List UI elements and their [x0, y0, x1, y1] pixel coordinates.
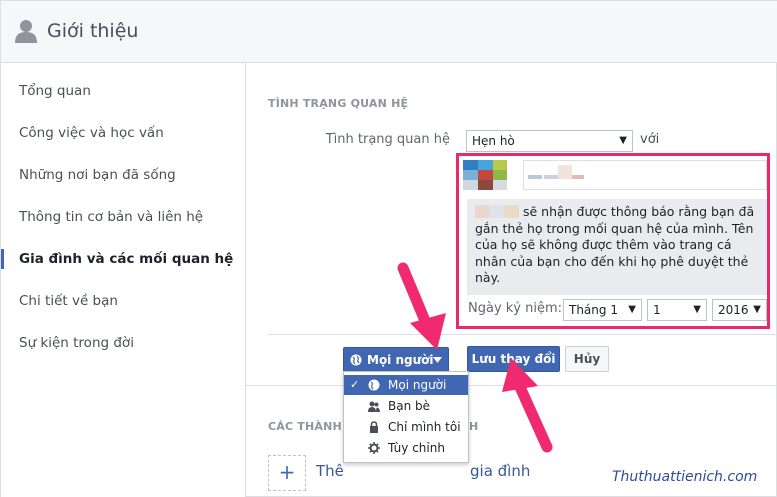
relationship-section-title: TÌNH TRẠNG QUAN HỆ [268, 97, 409, 110]
partner-highlight-box: sẽ nhận được thông báo rằng bạn đã gắn t… [456, 153, 770, 329]
privacy-selector-label: Mọi người [367, 353, 434, 367]
privacy-option-label: Mọi người [388, 378, 447, 392]
chevron-down-icon: ▼ [619, 135, 627, 146]
section-divider [268, 334, 777, 335]
page-header: Giới thiệu [1, 1, 777, 63]
anniversary-month-value: Tháng 1 [569, 303, 618, 317]
gear-icon [368, 442, 380, 454]
relationship-field-label: Tình trạng quan hệ [325, 132, 450, 147]
privacy-selector-button[interactable]: Mọi người [343, 347, 449, 373]
blurred-partner-name [475, 205, 519, 218]
anniversary-month-select[interactable]: Tháng 1 ▼ [563, 299, 642, 321]
sidebar-item-contact-info[interactable]: Thông tin cơ bản và liên hệ [1, 199, 246, 235]
add-family-text-start[interactable]: Thê [316, 462, 344, 480]
add-family-text-end[interactable]: gia đình [470, 462, 530, 480]
add-family-button[interactable]: + [268, 455, 306, 491]
partner-name-input[interactable] [523, 160, 767, 190]
watermark: Thuthuattienich.com [612, 469, 758, 485]
privacy-option-label: Tùy chỉnh [388, 441, 445, 455]
sidebar-item-family-relationships[interactable]: Gia đình và các mối quan hệ [1, 241, 246, 277]
privacy-option-label: Bạn bè [388, 399, 431, 413]
sidebar-item-overview[interactable]: Tổng quan [1, 73, 246, 109]
privacy-option-public[interactable]: ✓ Mọi người [344, 375, 468, 395]
relationship-status-select[interactable]: Hẹn hò ▼ [466, 130, 633, 152]
relationship-status-value: Hẹn hò [472, 134, 515, 148]
chevron-down-icon: ▼ [753, 304, 761, 315]
privacy-dropdown-menu: ✓ Mọi người Bạn bè Chỉ mình tôi Tùy chỉn… [343, 371, 469, 463]
save-changes-button[interactable]: Lưu thay đổi [467, 346, 560, 372]
anniversary-year-select[interactable]: 2016 ▼ [712, 299, 767, 321]
person-icon [15, 20, 37, 43]
check-icon: ✓ [350, 378, 360, 391]
family-section-title-end: H [469, 420, 479, 433]
sidebar-item-life-events[interactable]: Sự kiện trong đời [1, 325, 246, 361]
anniversary-day-select[interactable]: 1 ▼ [647, 299, 707, 321]
privacy-option-only-me[interactable]: Chỉ mình tôi [344, 417, 468, 437]
cancel-button[interactable]: Hủy [565, 346, 609, 372]
privacy-option-label: Chỉ mình tôi [388, 420, 461, 434]
lock-icon [370, 421, 378, 433]
about-sidebar: Tổng quan Công việc và học vấn Những nơi… [1, 63, 246, 497]
globe-icon [368, 379, 380, 391]
tag-notice: sẽ nhận được thông báo rằng bạn đã gắn t… [467, 199, 767, 295]
globe-icon [350, 354, 362, 366]
sidebar-item-work-education[interactable]: Công việc và học vấn [1, 115, 246, 151]
privacy-option-friends[interactable]: Bạn bè [344, 396, 468, 416]
partner-avatar[interactable] [463, 160, 507, 190]
anniversary-day-value: 1 [653, 303, 661, 317]
chevron-down-icon: ▼ [693, 304, 701, 315]
anniversary-label: Ngày kỷ niệm: [468, 301, 563, 316]
caret-down-icon [433, 357, 442, 363]
friends-icon [368, 401, 380, 412]
anniversary-year-value: 2016 [718, 303, 749, 317]
family-section-title-start: CÁC THÀNH [268, 420, 342, 433]
page-title: Giới thiệu [47, 20, 139, 42]
chevron-down-icon: ▼ [628, 304, 636, 315]
sidebar-item-details[interactable]: Chi tiết về bạn [1, 283, 246, 319]
section-divider-2 [246, 385, 777, 386]
sidebar-item-places-lived[interactable]: Những nơi bạn đã sống [1, 157, 246, 193]
with-label: với [640, 132, 660, 147]
privacy-option-custom[interactable]: Tùy chỉnh [344, 438, 468, 458]
